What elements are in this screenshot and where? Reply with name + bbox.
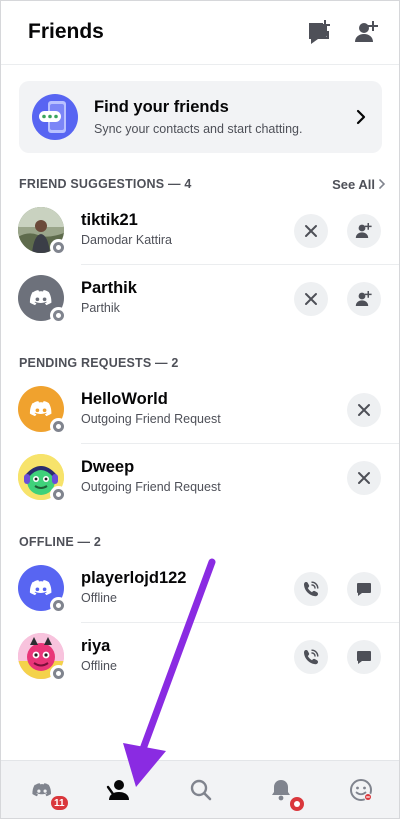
page-title: Friends (28, 20, 104, 43)
message-button[interactable] (347, 572, 381, 606)
friend-row[interactable]: riya Offline (1, 623, 399, 691)
new-message-button[interactable] (304, 17, 334, 47)
friend-subtext: Damodar Kattira (81, 233, 173, 247)
search-icon (190, 779, 212, 801)
suggestion-row[interactable]: tiktik21 Damodar Kattira (1, 197, 399, 265)
chat-bubble-icon (357, 651, 371, 664)
close-icon (358, 404, 370, 416)
avatar (18, 275, 67, 324)
unread-badge: 11 (49, 794, 70, 812)
notification-indicator (288, 795, 306, 813)
phone-call-icon (304, 581, 319, 597)
friend-name: riya (81, 637, 111, 655)
find-friends-subtitle: Sync your contacts and start chatting. (94, 122, 303, 136)
chevron-right-icon (379, 179, 386, 189)
friend-name: tiktik21 (81, 211, 138, 229)
friend-name: Dweep (81, 458, 135, 476)
friend-subtext: Parthik (81, 301, 120, 315)
add-friend-icon (355, 291, 372, 306)
call-button[interactable] (294, 640, 328, 674)
chevron-right-icon (356, 109, 366, 125)
top-bar: Friends (1, 1, 399, 65)
close-icon (358, 472, 370, 484)
nav-friends[interactable] (102, 775, 136, 805)
offline-status-icon (50, 418, 67, 435)
offline-status-icon (50, 597, 67, 614)
find-friends-card[interactable]: Find your friends Sync your contacts and… (19, 81, 382, 153)
call-button[interactable] (294, 572, 328, 606)
offline-status-icon (50, 239, 67, 256)
dismiss-suggestion-button[interactable] (294, 214, 328, 248)
add-friend-button[interactable] (352, 17, 382, 47)
cancel-request-button[interactable] (347, 393, 381, 427)
add-friend-icon (355, 21, 378, 42)
pending-requests-header: PENDING REQUESTS — 2 (19, 356, 179, 370)
friend-subtext: Outgoing Friend Request (81, 412, 221, 426)
dismiss-suggestion-button[interactable] (294, 282, 328, 316)
close-icon (305, 293, 317, 305)
add-friend-icon (355, 223, 372, 238)
avatar (18, 633, 67, 682)
avatar (18, 386, 67, 435)
nav-profile[interactable] (344, 775, 378, 805)
avatar (18, 207, 67, 256)
friend-suggestions-header: FRIEND SUGGESTIONS — 4 (19, 177, 192, 191)
friends-screen: Friends Find your friends Sync your cont… (0, 0, 400, 819)
avatar (18, 454, 67, 503)
friend-name: Parthik (81, 279, 137, 297)
see-all-link[interactable]: See All (332, 177, 375, 192)
contacts-phone-illustration (32, 94, 78, 140)
find-friends-title: Find your friends (94, 98, 229, 116)
chat-bubble-icon (357, 583, 371, 596)
pending-request-row[interactable]: Dweep Outgoing Friend Request (1, 444, 399, 512)
new-message-icon (309, 20, 330, 44)
friend-row[interactable]: playerlojd122 Offline (1, 555, 399, 623)
pending-request-row[interactable]: HelloWorld Outgoing Friend Request (1, 376, 399, 444)
offline-status-icon (50, 665, 67, 682)
offline-header: OFFLINE — 2 (19, 535, 102, 549)
cancel-request-button[interactable] (347, 461, 381, 495)
friend-subtext: Offline (81, 591, 117, 605)
phone-call-icon (304, 649, 319, 665)
offline-status-icon (50, 486, 67, 503)
send-friend-request-button[interactable] (347, 214, 381, 248)
avatar (18, 565, 67, 614)
profile-icon (350, 779, 372, 801)
message-button[interactable] (347, 640, 381, 674)
friend-name: playerlojd122 (81, 569, 187, 587)
friend-name: HelloWorld (81, 390, 168, 408)
friend-subtext: Offline (81, 659, 117, 673)
send-friend-request-button[interactable] (347, 282, 381, 316)
friend-subtext: Outgoing Friend Request (81, 480, 221, 494)
close-icon (305, 225, 317, 237)
friends-icon (106, 780, 129, 800)
offline-status-icon (50, 307, 67, 324)
suggestion-row[interactable]: Parthik Parthik (1, 265, 399, 333)
bottom-nav: 11 (1, 760, 399, 818)
nav-search[interactable] (184, 775, 218, 805)
